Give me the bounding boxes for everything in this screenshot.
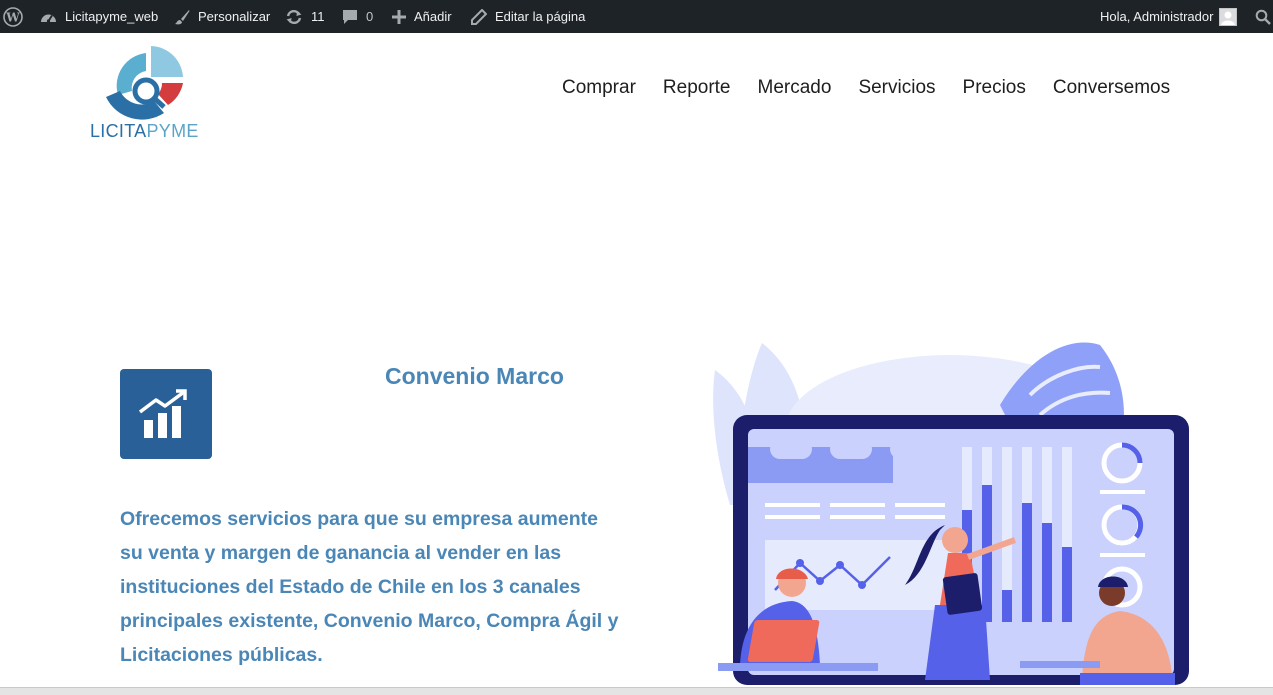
nav-item-precios[interactable]: Precios xyxy=(963,77,1026,99)
comments-button[interactable]: 0 xyxy=(342,0,373,33)
admin-bar: W Licitapyme_web Personalizar 11 0 Añadi… xyxy=(0,0,1273,33)
new-label: Añadir xyxy=(414,9,452,24)
site-name: Licitapyme_web xyxy=(65,9,159,24)
dashboard-icon xyxy=(40,9,57,25)
search-button[interactable] xyxy=(1255,0,1271,33)
new-content-button[interactable]: Añadir xyxy=(392,0,452,33)
pencil-icon xyxy=(471,8,487,25)
customize-label: Personalizar xyxy=(198,9,271,24)
service-icon-box xyxy=(120,369,212,459)
greeting: Hola, Administrador xyxy=(1100,9,1214,24)
site-name-menu[interactable]: Licitapyme_web xyxy=(40,0,158,33)
logo-text-licita: LICITA xyxy=(90,121,147,141)
main-nav: Comprar Reporte Mercado Servicios Precio… xyxy=(562,77,1197,99)
edit-page-button[interactable]: Editar la página xyxy=(471,0,585,33)
updates-count: 11 xyxy=(311,9,325,24)
nav-item-mercado[interactable]: Mercado xyxy=(758,77,832,99)
avatar xyxy=(1219,7,1238,26)
edit-label: Editar la página xyxy=(495,9,586,24)
comments-count: 0 xyxy=(366,9,374,24)
taskbar xyxy=(0,687,1273,695)
nav-item-comprar[interactable]: Comprar xyxy=(562,77,636,99)
growth-chart-icon xyxy=(138,389,187,438)
service-description: Ofrecemos servicios para que su empresa … xyxy=(120,508,619,666)
logo-text-pyme: PYME xyxy=(146,121,199,141)
wordpress-icon: W xyxy=(3,6,23,27)
dashboard-illustration xyxy=(700,335,1200,687)
updates-button[interactable]: 11 xyxy=(285,0,325,33)
wordpress-menu[interactable]: W xyxy=(3,0,23,33)
customize-button[interactable]: Personalizar xyxy=(174,0,270,33)
site-header: LICITAPYME Comprar Reporte Mercado Servi… xyxy=(0,33,1273,153)
logo-text: LICITAPYME xyxy=(90,121,199,142)
nav-item-reporte[interactable]: Reporte xyxy=(663,77,731,99)
plus-icon xyxy=(392,9,406,24)
svg-text:W: W xyxy=(5,10,20,24)
updates-icon xyxy=(285,9,303,25)
brush-icon xyxy=(174,9,190,25)
account-menu[interactable]: Hola, Administrador xyxy=(1100,0,1238,33)
search-icon xyxy=(1255,9,1271,25)
nav-item-conversemos[interactable]: Conversemos xyxy=(1053,77,1170,99)
comment-icon xyxy=(342,9,358,25)
service-title: Convenio Marco xyxy=(385,363,564,389)
nav-item-servicios[interactable]: Servicios xyxy=(858,77,935,99)
